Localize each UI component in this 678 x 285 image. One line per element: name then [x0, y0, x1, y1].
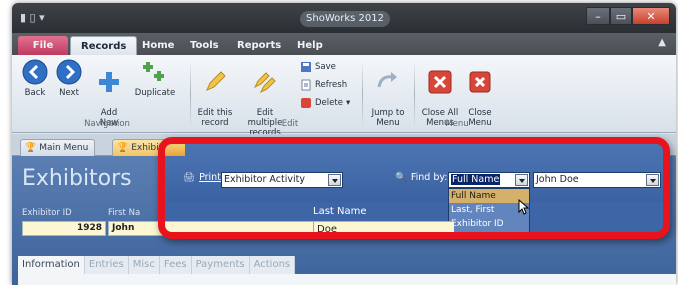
print-report-select[interactable]: Exhibitor Activity	[221, 172, 343, 188]
find-value: John Doe	[536, 174, 579, 185]
magnifier-icon: 🔍	[395, 172, 407, 183]
jump-to-menu-label: Jump to Menu	[371, 108, 405, 128]
title-bar: ▮ ▯ ▾ ShoWorks 2012 – ▭ ✕	[12, 3, 676, 33]
back-label: Back	[24, 88, 46, 98]
refresh-button[interactable]: Refresh	[300, 79, 347, 91]
chevron-down-icon[interactable]	[515, 174, 528, 186]
record-subtabs: Information Entries Misc Fees Payments A…	[18, 252, 348, 274]
window-controls: – ▭ ✕	[586, 7, 670, 25]
group-separator	[362, 61, 363, 129]
page-title: Exhibitors	[22, 166, 132, 191]
save-icon	[301, 62, 311, 72]
chevron-down-icon: ▾	[345, 98, 351, 108]
close-all-icon	[428, 70, 452, 94]
group-separator	[190, 61, 191, 129]
highlight-callout: 🖨 Print: Exhibitor Activity 🔍 Find by: F…	[158, 137, 670, 239]
first-name-label: First Na	[108, 208, 141, 218]
trophy-icon: 🏆	[117, 142, 129, 153]
close-menu-button[interactable]: Close Menu	[464, 59, 496, 128]
next-arrow-icon	[56, 59, 82, 85]
subtab-actions[interactable]: Actions	[249, 256, 296, 274]
subtab-entries[interactable]: Entries	[84, 256, 129, 274]
duplicate-label: Duplicate	[134, 88, 176, 98]
find-by-label: Find by:	[410, 172, 448, 183]
subtab-panel	[18, 274, 676, 285]
window-title: ShoWorks 2012	[300, 11, 390, 27]
save-button[interactable]: Save	[300, 61, 336, 73]
duplicate-button[interactable]: Duplicate	[132, 59, 178, 98]
jump-arrow-icon	[377, 72, 397, 88]
ribbon-collapse-icon[interactable]: ▲	[658, 37, 666, 48]
duplicate-icon	[143, 62, 164, 81]
trophy-icon: 🏆	[25, 142, 37, 153]
tab-main-menu[interactable]: 🏆 Main Menu	[20, 139, 96, 156]
tab-reports[interactable]: Reports	[227, 36, 291, 55]
print-link[interactable]: 🖨 Print:	[183, 172, 224, 183]
navigation-group-label: Navigation	[84, 119, 130, 129]
tab-home[interactable]: Home	[132, 36, 184, 55]
option-full-name[interactable]: Full Name	[449, 189, 529, 203]
add-new-button[interactable]: Add New	[92, 59, 126, 128]
refresh-icon	[301, 79, 311, 91]
last-name-field[interactable]: Doe	[165, 221, 454, 235]
exhibitor-id-label: Exhibitor ID	[22, 208, 72, 218]
next-label: Next	[59, 88, 79, 98]
add-icon	[99, 72, 119, 92]
chevron-down-icon[interactable]	[646, 174, 659, 186]
delete-label: Delete	[315, 98, 343, 108]
quick-access-toolbar: ▮ ▯ ▾	[20, 11, 45, 24]
back-button[interactable]: Back	[20, 59, 50, 98]
close-menu-icon	[469, 71, 491, 93]
pencils-icon	[253, 72, 276, 94]
tab-help[interactable]: Help	[287, 36, 333, 55]
last-name-value: Doe	[317, 224, 337, 235]
edit-record-label: Edit this record	[197, 108, 233, 128]
close-all-menus-button[interactable]: Close All Menus	[420, 59, 460, 128]
save-label: Save	[315, 62, 336, 72]
tab-records[interactable]: Records	[70, 36, 138, 55]
tab-tools[interactable]: Tools	[180, 36, 229, 55]
subtab-fees[interactable]: Fees	[159, 256, 192, 274]
jump-to-menu-button[interactable]: Jump to Menu	[368, 59, 408, 128]
find-by-select[interactable]: Full Name	[448, 172, 530, 188]
tab-corner	[165, 144, 185, 156]
field-divider	[313, 222, 314, 232]
close-icon[interactable]: ✕	[632, 7, 670, 25]
mouse-pointer-icon	[518, 199, 530, 215]
find-value-select[interactable]: John Doe	[533, 172, 661, 188]
stage: ▮ ▯ ▾ ShoWorks 2012 – ▭ ✕ File Records H…	[0, 0, 678, 285]
group-separator	[414, 61, 415, 129]
subtab-misc[interactable]: Misc	[128, 256, 160, 274]
find-by-value: Full Name	[451, 174, 501, 185]
find-by-label-group: 🔍 Find by:	[395, 172, 448, 183]
subtab-information[interactable]: Information	[18, 256, 85, 274]
printer-icon: 🖨	[183, 172, 196, 183]
minimize-icon[interactable]: –	[586, 7, 610, 25]
app-icon[interactable]: ▮ ▯ ▾	[20, 11, 45, 24]
maximize-icon[interactable]: ▭	[610, 7, 632, 25]
edit-group-label: Edit	[281, 119, 299, 129]
edit-record-button[interactable]: Edit this record	[196, 59, 234, 128]
subtab-payments[interactable]: Payments	[191, 256, 250, 274]
back-arrow-icon	[22, 59, 48, 85]
next-button[interactable]: Next	[54, 59, 84, 98]
option-exhibitor-id[interactable]: Exhibitor ID	[449, 217, 529, 231]
tab-main-menu-label: Main Menu	[39, 142, 89, 153]
exhibitor-id-field[interactable]: 1928	[22, 221, 106, 236]
first-name-field[interactable]: John	[108, 221, 164, 236]
last-name-label: Last Name	[313, 206, 367, 217]
pencil-icon	[206, 71, 226, 91]
print-report-value: Exhibitor Activity	[224, 174, 305, 185]
delete-icon	[301, 98, 311, 108]
ribbon: Back Next Add New Duplicate Navigation E…	[12, 55, 676, 138]
refresh-label: Refresh	[315, 80, 348, 90]
menu-group-label: Menu	[445, 119, 469, 129]
option-last-first[interactable]: Last, First	[449, 203, 529, 217]
delete-button[interactable]: Delete ▾	[300, 97, 350, 109]
tab-file[interactable]: File	[18, 36, 68, 55]
chevron-down-icon[interactable]	[328, 174, 341, 186]
ribbon-tabs: File Records Home Tools Reports Help ▲	[12, 33, 676, 55]
